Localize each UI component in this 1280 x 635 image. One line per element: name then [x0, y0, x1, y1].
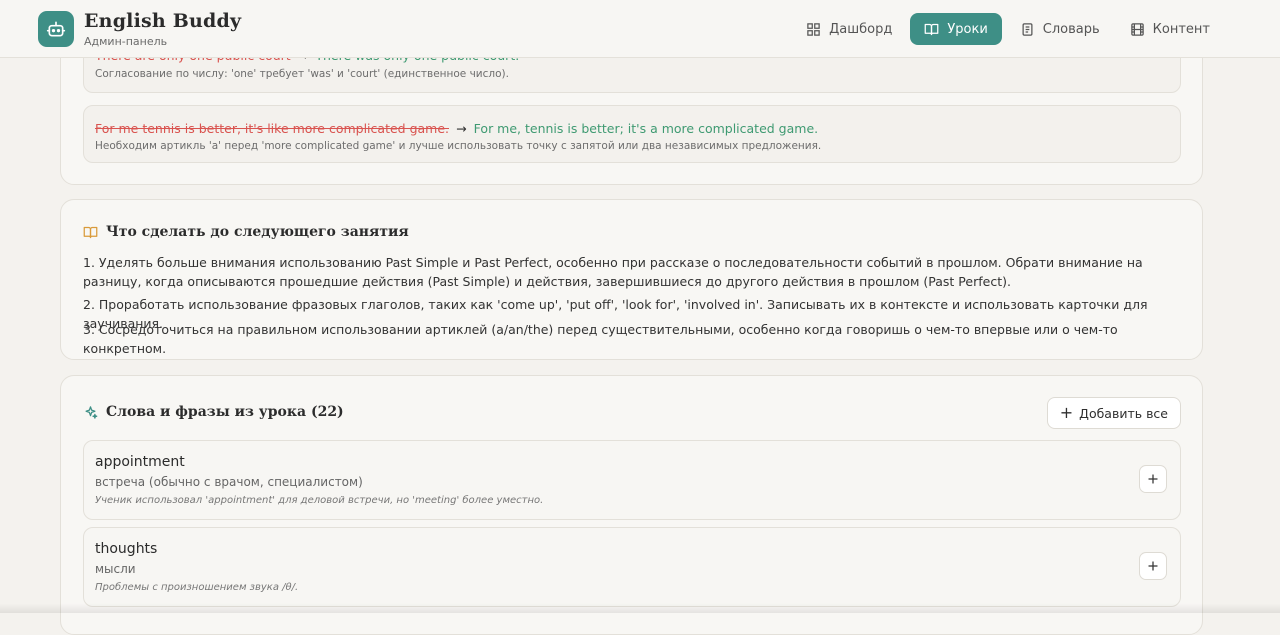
vocab-item: thoughts мысли Проблемы с произношением … [83, 527, 1181, 607]
add-all-label: Добавить все [1079, 406, 1168, 421]
nav-lessons-label: Уроки [947, 22, 987, 37]
vocab-note: Ученик использовал 'appointment' для дел… [95, 495, 543, 506]
vocabulary-card: Слова и фразы из урока (22) + Добавить в… [60, 375, 1203, 635]
nav-vocabulary-label: Словарь [1043, 22, 1100, 37]
vocab-note: Проблемы с произношением звука /θ/. [95, 582, 298, 593]
top-header: English Buddy Админ-панель Дашборд Уроки… [0, 0, 1280, 58]
correction-right-text: For me, tennis is better; it's a more co… [474, 121, 818, 136]
correction-explanation: Необходим артикль 'a' перед 'more compli… [95, 140, 821, 152]
vocab-word: thoughts [95, 541, 157, 557]
vocabulary-title: Слова и фразы из урока (22) [83, 404, 344, 420]
plus-icon [1147, 473, 1159, 485]
homework-item: 1. Уделять больше внимания использованию… [83, 253, 1173, 291]
homework-title-text: Что сделать до следующего занятия [106, 224, 409, 240]
vocab-item: appointment встреча (обычно с врачом, сп… [83, 440, 1181, 520]
homework-title: Что сделать до следующего занятия [83, 224, 409, 240]
add-word-button[interactable] [1139, 465, 1167, 493]
nav-dashboard[interactable]: Дашборд [794, 13, 904, 45]
vocab-translation: мысли [95, 562, 136, 576]
vocab-translation: встреча (обычно с врачом, специалистом) [95, 475, 363, 489]
bottom-shadow [0, 603, 1280, 613]
main-nav: Дашборд Уроки Словарь Контент [794, 13, 1222, 45]
brand-title: English Buddy [84, 10, 241, 32]
correction-wrong-text: For me tennis is better, it's like more … [95, 121, 449, 136]
homework-card: Что сделать до следующего занятия 1. Уде… [60, 199, 1203, 360]
nav-lessons[interactable]: Уроки [910, 13, 1001, 45]
nav-content[interactable]: Контент [1118, 13, 1222, 45]
book-icon [924, 22, 939, 37]
nav-dashboard-label: Дашборд [829, 22, 892, 37]
brand-subtitle: Админ-панель [84, 35, 167, 48]
plus-icon: + [1060, 405, 1073, 421]
robot-logo-icon[interactable] [38, 11, 74, 47]
nav-content-label: Контент [1153, 22, 1210, 37]
sparkles-icon [83, 405, 98, 420]
dashboard-icon [806, 22, 821, 37]
vocabulary-title-text: Слова и фразы из урока (22) [106, 404, 344, 420]
correction-item: For me tennis is better, it's like more … [83, 105, 1181, 163]
add-word-button[interactable] [1139, 552, 1167, 580]
arrow-right-icon: → [456, 121, 466, 136]
film-icon [1130, 22, 1145, 37]
homework-item: 3. Сосредоточиться на правильном использ… [83, 320, 1173, 358]
notebook-icon [1020, 22, 1035, 37]
nav-vocabulary[interactable]: Словарь [1008, 13, 1112, 45]
add-all-button[interactable]: + Добавить все [1047, 397, 1181, 429]
correction-explanation: Согласование по числу: 'one' требует 'wa… [95, 68, 509, 80]
vocab-word: appointment [95, 454, 185, 470]
plus-icon [1147, 560, 1159, 572]
book-open-icon [83, 225, 98, 240]
